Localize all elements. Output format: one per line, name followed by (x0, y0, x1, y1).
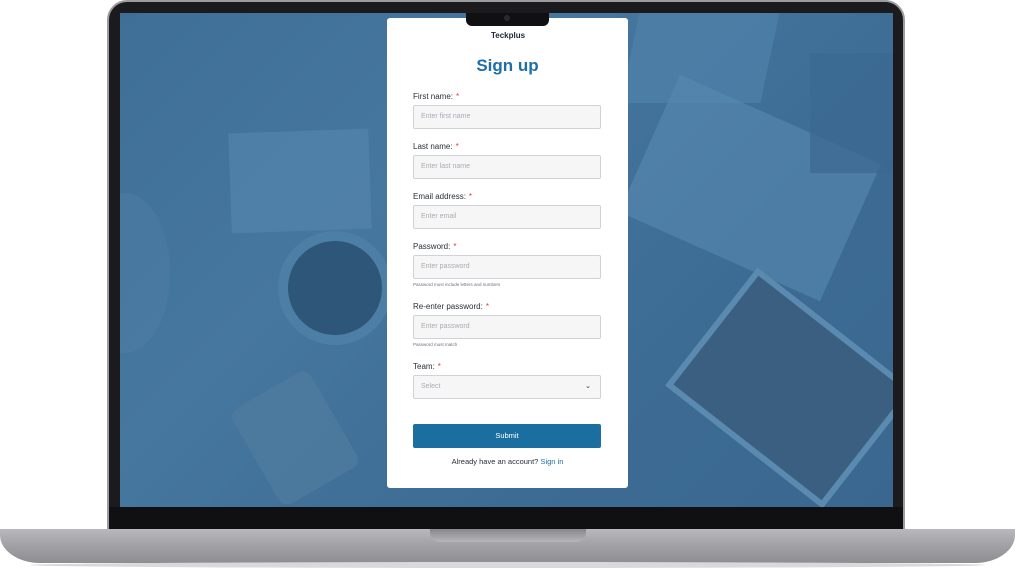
password-hint: Password must include letters and number… (413, 282, 501, 287)
password-label: Password: * (413, 242, 457, 251)
team-select-value: Select (421, 383, 441, 390)
confirm-password-field: Re-enter password: * Enter password Passw… (413, 301, 601, 347)
page-title: Sign up (476, 56, 539, 75)
camera-icon (504, 15, 510, 21)
laptop-shadow (30, 562, 985, 568)
decor-calculator (228, 367, 362, 507)
first-name-input[interactable]: Enter first name (413, 105, 601, 129)
required-mark: * (468, 192, 473, 201)
email-input[interactable]: Enter email (413, 205, 601, 229)
last-name-input[interactable]: Enter last name (413, 155, 601, 179)
chevron-down-icon: ⌄ (585, 383, 591, 390)
brand-logo-text: Teckplus (490, 31, 526, 40)
required-mark: * (455, 142, 459, 151)
password-field: Password: * Enter password Password must … (413, 241, 601, 287)
confirm-password-input[interactable]: Enter password (413, 315, 601, 339)
required-mark: * (437, 362, 441, 371)
camera-notch (466, 13, 549, 26)
last-name-field: Last name: * Enter last name (413, 141, 601, 179)
required-mark: * (453, 242, 457, 251)
signin-link[interactable]: Sign in (540, 457, 563, 466)
email-label: Email address: * (413, 192, 473, 201)
decor-laptop (665, 267, 893, 507)
decor-coffee-cup (288, 241, 382, 335)
last-name-label: Last name: * (413, 142, 459, 151)
confirm-password-label: Re-enter password: * (413, 302, 489, 311)
first-name-label: First name: * (413, 92, 460, 101)
laptop-base-notch (430, 529, 586, 542)
team-field: Team: * Select ⌄ (413, 361, 601, 399)
laptop-mockup: Teckplus Sign up First name: * Enter firs… (0, 0, 1015, 571)
decor-notebook (810, 53, 893, 173)
decor-papers (228, 128, 372, 234)
email-field: Email address: * Enter email (413, 191, 601, 229)
decor-shape (120, 193, 170, 353)
signup-card: Teckplus Sign up First name: * Enter firs… (387, 18, 628, 488)
password-input[interactable]: Enter password (413, 255, 601, 279)
required-mark: * (456, 92, 460, 101)
required-mark: * (485, 302, 489, 311)
team-label: Team: * (413, 362, 441, 371)
confirm-password-hint: Password must match (413, 342, 458, 347)
submit-button[interactable]: Submit (413, 424, 601, 448)
first-name-field: First name: * Enter first name (413, 91, 601, 129)
laptop-chin (109, 507, 903, 529)
team-select[interactable]: Select ⌄ (413, 375, 601, 399)
signin-prompt: Already have an account? Sign in (451, 457, 564, 466)
